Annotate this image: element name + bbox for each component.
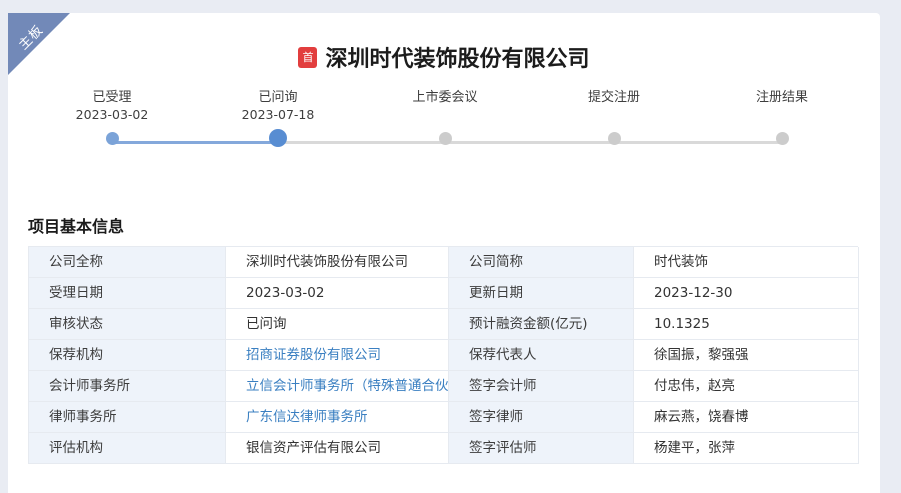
timeline-stage-name: 上市委会议 — [412, 90, 478, 105]
timeline-stage-date — [707, 106, 857, 124]
info-value: 2023-03-02 — [226, 278, 449, 309]
timeline-stage-date — [370, 106, 520, 124]
info-value: 时代装饰 — [634, 247, 859, 278]
info-label: 签字会计师 — [449, 371, 634, 402]
info-value: 杨建平，张萍 — [634, 433, 859, 464]
timeline-stage-name: 注册结果 — [755, 90, 808, 105]
timeline-stage-dot — [607, 131, 621, 145]
timeline-stage-date — [539, 106, 689, 124]
info-label: 签字律师 — [449, 402, 634, 433]
page-title-row: 首 深圳时代装饰股份有限公司 — [8, 41, 880, 73]
review-status-timeline: 已受理 2023-03-02 已问询 2023-07-18 上市委会议 提交注册 注册结果 — [8, 89, 880, 161]
timeline-stage-dot — [105, 131, 119, 145]
page-title: 深圳时代装饰股份有限公司 — [325, 47, 590, 72]
info-value: 付忠伟，赵亮 — [634, 371, 859, 402]
ipo-first-badge-icon: 首 — [298, 46, 318, 68]
ipo-detail-card: 主板 首 深圳时代装饰股份有限公司 已受理 2023-03-02 已问询 2023-0… — [8, 13, 880, 493]
timeline-stage: 已问询 2023-07-18 — [203, 89, 353, 148]
timeline-stage: 提交注册 — [539, 89, 689, 148]
timeline-stage-name: 已受理 — [92, 90, 132, 105]
info-label: 受理日期 — [29, 278, 226, 309]
info-value-link[interactable]: 立信会计师事务所（特殊普通合伙） — [226, 371, 449, 402]
info-value: 已问询 — [226, 309, 449, 340]
info-value: 深圳时代装饰股份有限公司 — [226, 247, 449, 278]
info-label: 保荐机构 — [29, 340, 226, 371]
info-label: 公司简称 — [449, 247, 634, 278]
info-value-link[interactable]: 招商证券股份有限公司 — [226, 340, 449, 371]
timeline-stage: 注册结果 — [707, 89, 857, 148]
info-value: 10.1325 — [634, 309, 859, 340]
info-label: 保荐代表人 — [449, 340, 634, 371]
info-label: 公司全称 — [29, 247, 226, 278]
project-info-table: 公司全称 深圳时代装饰股份有限公司 公司简称 时代装饰受理日期 2023-03-02 更新… — [28, 246, 859, 464]
timeline-stage-date: 2023-03-02 — [75, 107, 149, 122]
timeline-stage: 上市委会议 — [370, 89, 520, 148]
info-value: 2023-12-30 — [634, 278, 859, 309]
timeline-stage-name: 提交注册 — [587, 90, 640, 105]
info-label: 更新日期 — [449, 278, 634, 309]
timeline-stage-date: 2023-07-18 — [241, 107, 315, 122]
info-value: 麻云燕，饶春博 — [634, 402, 859, 433]
info-label: 预计融资金额(亿元) — [449, 309, 634, 340]
info-value: 徐国振，黎强强 — [634, 340, 859, 371]
info-label: 审核状态 — [29, 309, 226, 340]
timeline-stage-dot — [269, 129, 287, 147]
timeline-stage: 已受理 2023-03-02 — [37, 89, 187, 148]
info-label: 签字评估师 — [449, 433, 634, 464]
section-title: 项目基本信息 — [28, 217, 125, 236]
info-value-link[interactable]: 广东信达律师事务所 — [226, 402, 449, 433]
info-label: 会计师事务所 — [29, 371, 226, 402]
info-label: 评估机构 — [29, 433, 226, 464]
timeline-stage-name: 已问询 — [258, 90, 298, 105]
info-value: 银信资产评估有限公司 — [226, 433, 449, 464]
timeline-stage-dot — [775, 131, 789, 145]
info-label: 律师事务所 — [29, 402, 226, 433]
timeline-stage-dot — [438, 131, 452, 145]
